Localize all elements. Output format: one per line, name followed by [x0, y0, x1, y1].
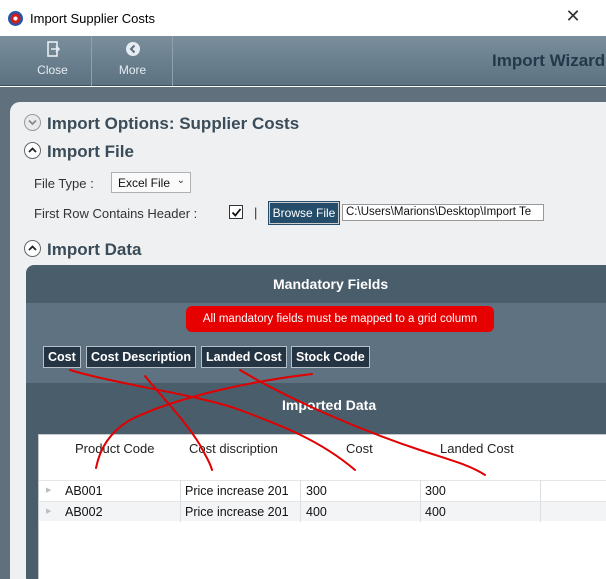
cell-cost-description[interactable]: Price increase 201 — [185, 505, 299, 519]
window-close-icon[interactable]: ✕ — [562, 6, 584, 28]
field-cost-description[interactable]: Cost Description — [86, 346, 197, 368]
cell-product-code[interactable]: AB001 — [65, 484, 180, 498]
cell-cost-description[interactable]: Price increase 201 — [185, 484, 299, 498]
window-title: Import Supplier Costs — [30, 11, 155, 26]
more-button-label: More — [118, 63, 147, 77]
header-row-label: First Row Contains Header : — [34, 206, 198, 221]
section-import-options[interactable]: Import Options: Supplier Costs — [24, 114, 299, 134]
close-button[interactable]: Close — [14, 36, 92, 86]
column-header-cost-description[interactable]: Cost discription — [189, 441, 278, 456]
title-bar: Import Supplier Costs ✕ — [0, 0, 606, 36]
column-header-landed-cost[interactable]: Landed Cost — [440, 441, 514, 456]
cell-product-code[interactable]: AB002 — [65, 505, 180, 519]
file-type-value: Excel File — [118, 176, 171, 190]
grid-divider — [180, 480, 181, 522]
field-cost[interactable]: Cost — [43, 346, 81, 368]
cell-landed-cost[interactable]: 400 — [425, 505, 535, 519]
chevron-up-icon[interactable] — [24, 240, 41, 257]
column-header-product-code[interactable]: Product Code — [75, 441, 155, 456]
column-header-cost[interactable]: Cost — [346, 441, 373, 456]
toolbar: Close More Import Wizard — [0, 36, 606, 86]
import-options-title: Import Options: Supplier Costs — [47, 114, 300, 133]
cell-landed-cost[interactable]: 300 — [425, 484, 535, 498]
cell-cost[interactable]: 400 — [306, 505, 416, 519]
more-button[interactable]: More — [93, 36, 173, 86]
browse-file-button[interactable]: Browse File — [268, 201, 340, 225]
imported-data-title: Imported Data — [282, 397, 377, 413]
section-import-data[interactable]: Import Data — [24, 240, 141, 260]
arrow-left-circle-icon — [125, 42, 140, 56]
mandatory-alert: All mandatory fields must be mapped to a… — [186, 306, 494, 332]
app-icon — [8, 11, 23, 26]
grid-divider — [300, 480, 301, 522]
file-type-label: File Type : — [34, 176, 94, 191]
field-landed-cost[interactable]: Landed Cost — [201, 346, 287, 368]
row-indicator-icon: ▶ — [46, 487, 52, 494]
import-data-title: Import Data — [47, 240, 142, 259]
header-row-checkbox[interactable] — [229, 205, 243, 219]
chevron-up-icon[interactable] — [24, 142, 41, 159]
file-path-input[interactable]: C:\Users\Marions\Desktop\Import Te — [342, 204, 544, 221]
wizard-title: Import Wizard — [492, 51, 606, 70]
file-type-select[interactable]: Excel File ⌄ — [111, 172, 191, 193]
grid-divider — [420, 480, 421, 522]
import-supplier-costs-window: Import Supplier Costs ✕ Close More Impor… — [0, 0, 606, 579]
separator: | — [254, 205, 258, 220]
cell-cost[interactable]: 300 — [306, 484, 416, 498]
exit-icon — [46, 41, 60, 57]
row-indicator-icon: ▶ — [46, 508, 52, 515]
import-file-title: Import File — [47, 142, 134, 161]
grid-divider — [540, 480, 541, 522]
field-stock-code[interactable]: Stock Code — [291, 346, 370, 368]
chevron-down-icon: ⌄ — [176, 175, 185, 186]
table-row[interactable]: ▶ AB002 Price increase 201 400 400 — [39, 501, 606, 521]
table-row[interactable]: ▶ AB001 Price increase 201 300 300 — [39, 480, 606, 500]
close-button-label: Close — [37, 63, 68, 77]
mandatory-fields-title: Mandatory Fields — [273, 276, 389, 292]
chevron-down-icon[interactable] — [24, 114, 41, 131]
section-import-file[interactable]: Import File — [24, 142, 134, 162]
